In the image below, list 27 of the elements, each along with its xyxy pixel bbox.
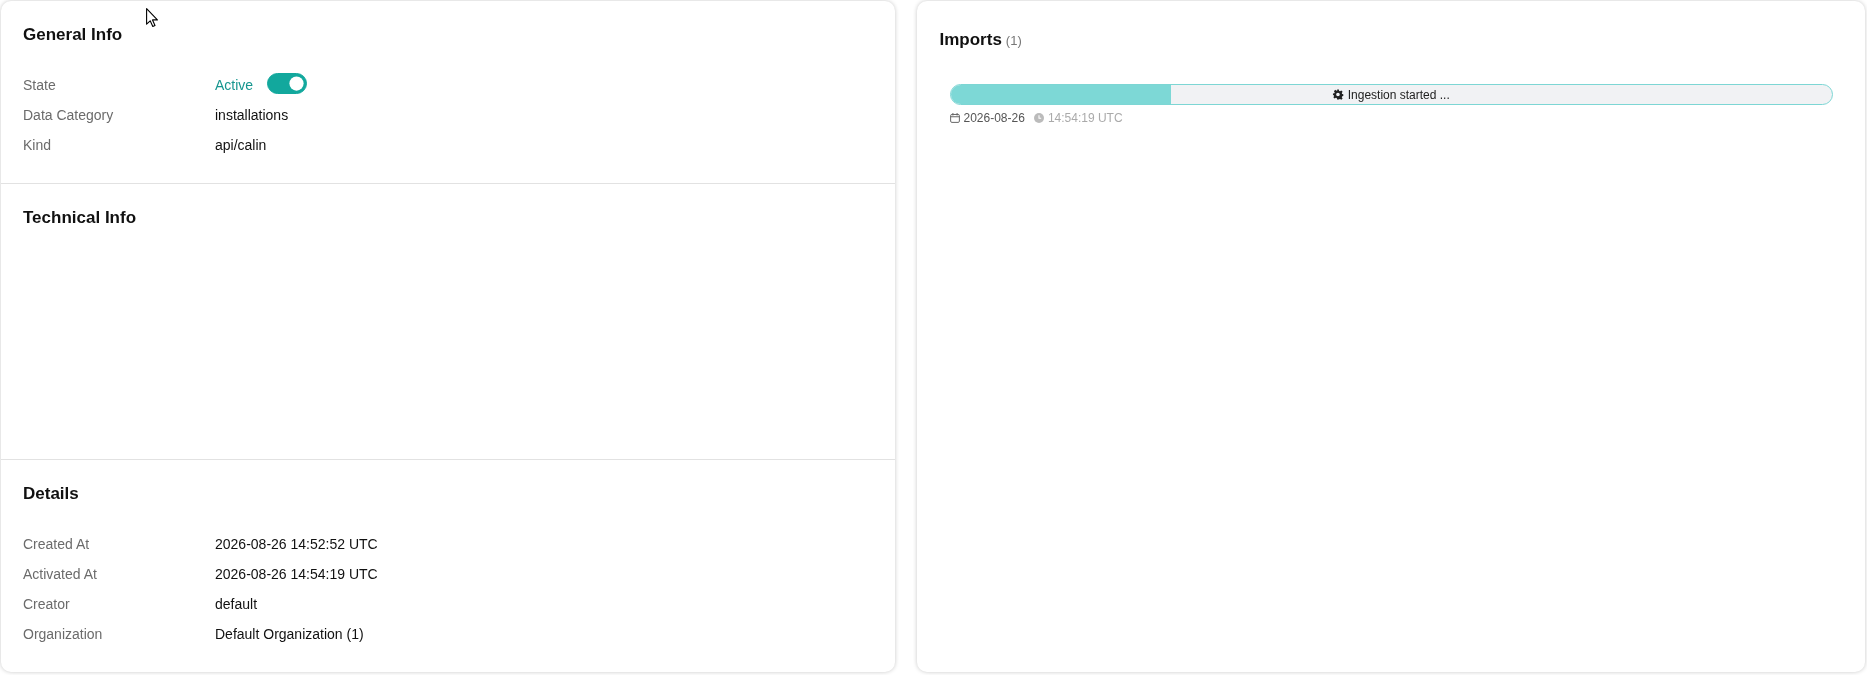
- field-value: installations: [215, 105, 289, 125]
- section-heading: Details: [23, 484, 80, 504]
- field-value: 2026-08-26 14:52:52 UTC: [215, 534, 378, 554]
- field-label: Created At: [23, 534, 91, 554]
- field-label: Organization: [23, 624, 104, 644]
- field-label: State: [23, 75, 57, 95]
- section-heading: General Info: [23, 25, 124, 45]
- field-label: Data Category: [23, 105, 115, 125]
- section-heading: Technical Info: [23, 208, 138, 228]
- field-value: api/calin: [215, 135, 267, 155]
- status-text: Active: [215, 75, 254, 95]
- cursor-icon: [146, 8, 158, 27]
- time-text: 14:54:19 UTC: [1047, 111, 1123, 125]
- field-value: Default Organization (1): [215, 624, 364, 644]
- field-label: Creator: [23, 594, 71, 614]
- toggle-switch[interactable]: [267, 73, 308, 94]
- field-value: default: [215, 594, 258, 614]
- count-label: (1): [1005, 32, 1022, 50]
- clock-icon: [1033, 113, 1044, 123]
- date-text: 2026-08-26: [963, 111, 1025, 125]
- field-value: 2026-08-26 14:54:19 UTC: [215, 564, 378, 584]
- status-text: Ingestion started ...: [1347, 86, 1450, 104]
- gear-icon: [1332, 89, 1344, 100]
- section-heading: Imports: [939, 30, 1002, 50]
- field-label: Activated At: [23, 564, 98, 584]
- field-label: Kind: [23, 135, 53, 155]
- calendar-icon: [949, 113, 960, 123]
